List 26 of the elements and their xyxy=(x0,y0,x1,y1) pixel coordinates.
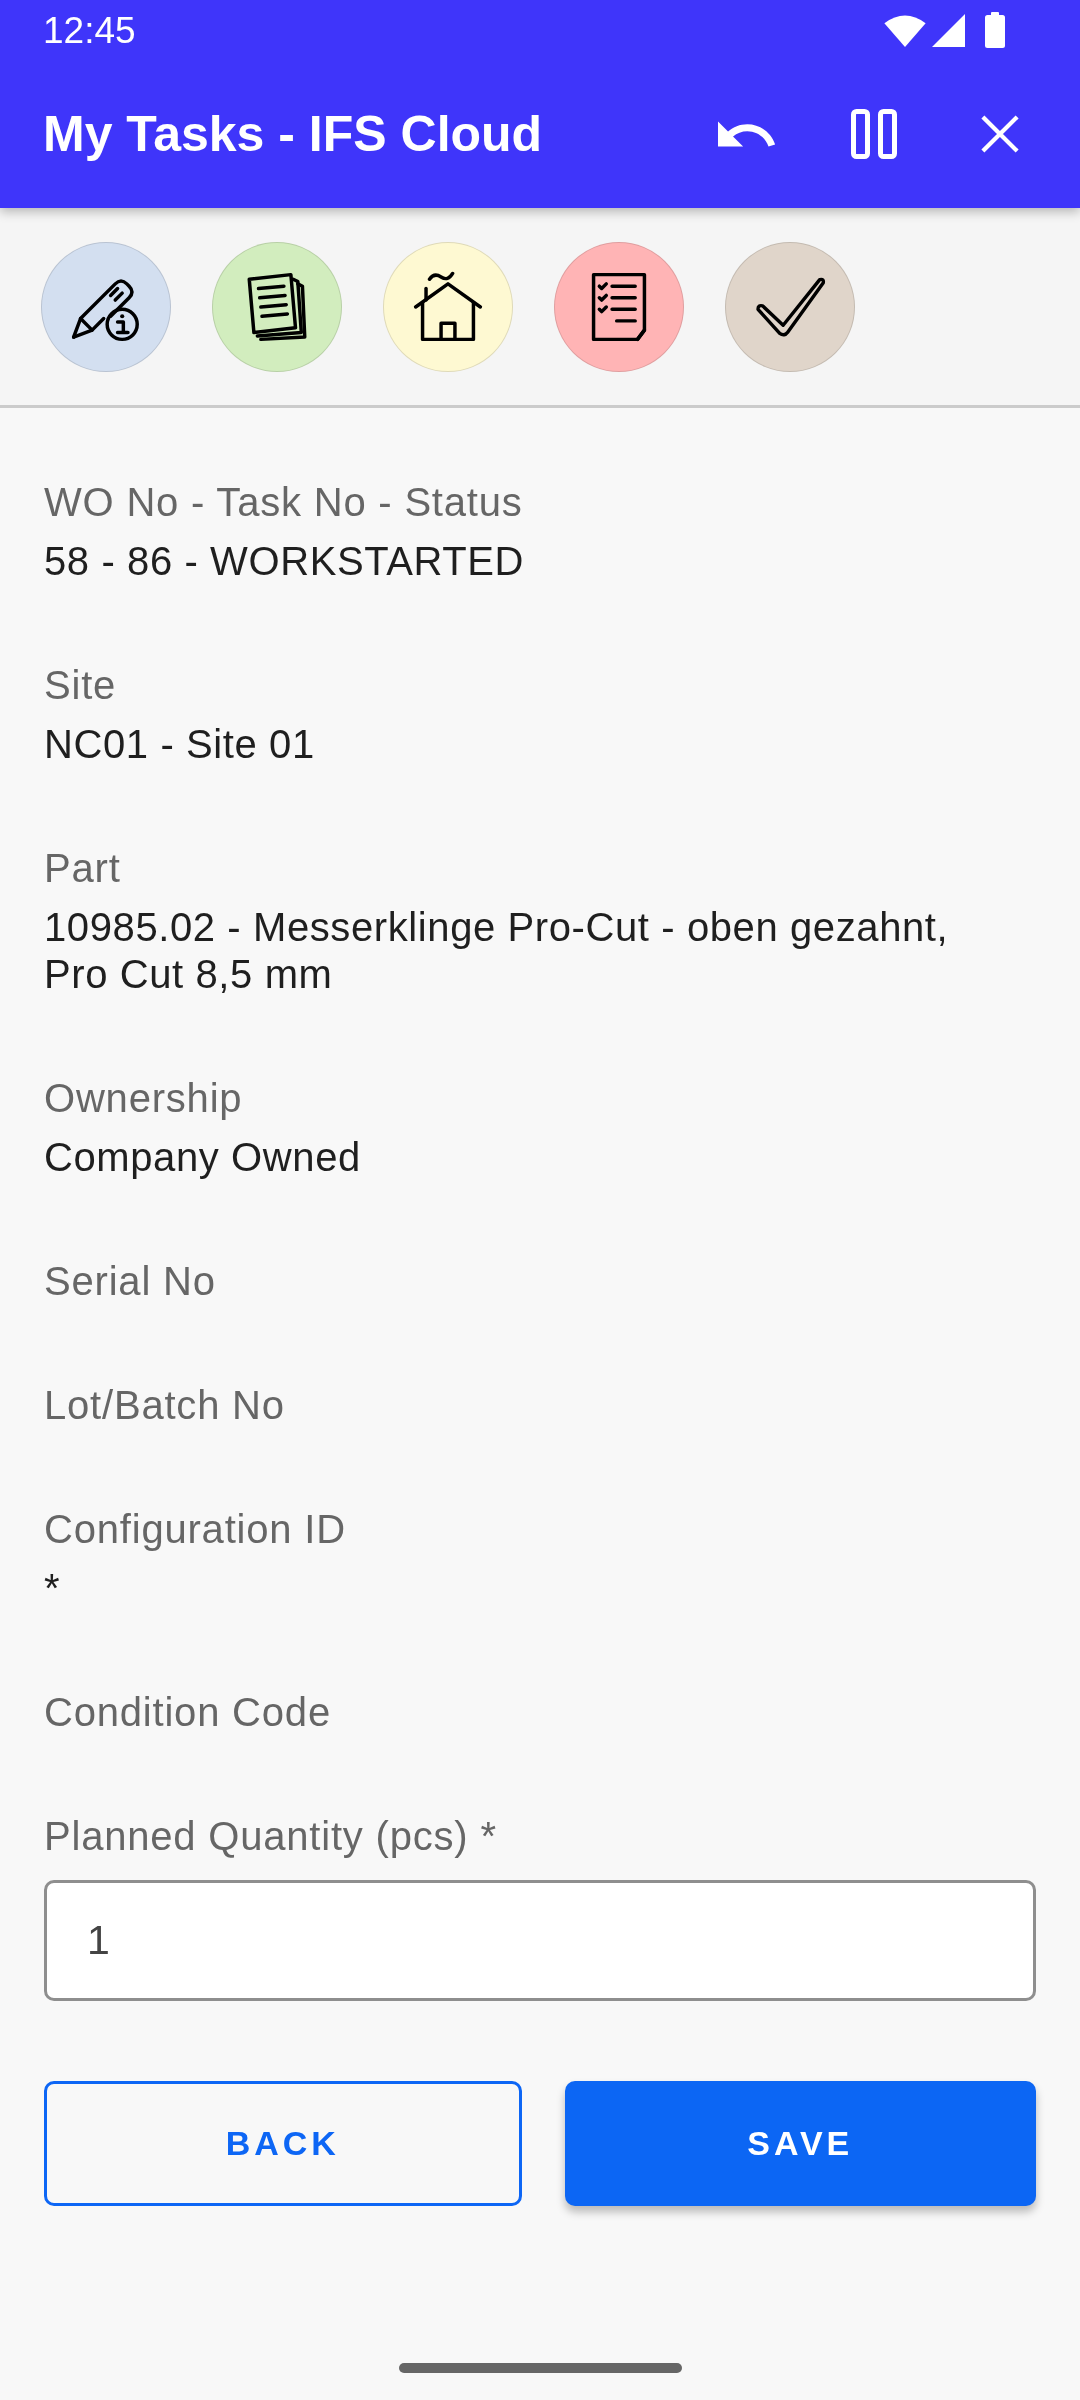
wifi-icon xyxy=(884,13,926,47)
app-title: My Tasks - IFS Cloud xyxy=(43,109,544,159)
field-value: NC01 - Site 01 xyxy=(44,721,316,768)
back-button[interactable]: BACK xyxy=(44,2081,522,2206)
signal-icon xyxy=(932,13,965,47)
field-label: Configuration ID xyxy=(44,1506,347,1553)
field-label: Ownership xyxy=(44,1075,244,1122)
field-value: 58 - 86 - WORKSTARTED xyxy=(44,538,526,585)
field-label: Condition Code xyxy=(44,1689,332,1736)
columns-icon xyxy=(851,109,897,159)
field-label: Serial No xyxy=(44,1258,217,1305)
battery-icon xyxy=(985,12,1005,48)
field-label: Lot/Batch No xyxy=(44,1382,286,1429)
field-label: Part xyxy=(44,845,122,892)
field-value: * xyxy=(44,1565,62,1612)
quantity-input[interactable]: 1 xyxy=(44,1880,1036,2001)
save-button[interactable]: SAVE xyxy=(564,2081,1036,2206)
status-time: 12:45 xyxy=(43,11,136,49)
close-icon xyxy=(981,115,1019,153)
undo-icon xyxy=(718,121,778,147)
field-label: Site xyxy=(44,662,118,709)
house-icon xyxy=(411,269,485,344)
field-value: 10985.02 - Messerklinge Pro-Cut - oben gezahnt, Pro Cut 8,5 mm xyxy=(44,904,950,998)
field-label: Planned Quantity (pcs) * xyxy=(44,1813,498,1860)
field-label: WO No - Task No - Status xyxy=(44,479,524,526)
field-value: Company Owned xyxy=(44,1134,362,1181)
